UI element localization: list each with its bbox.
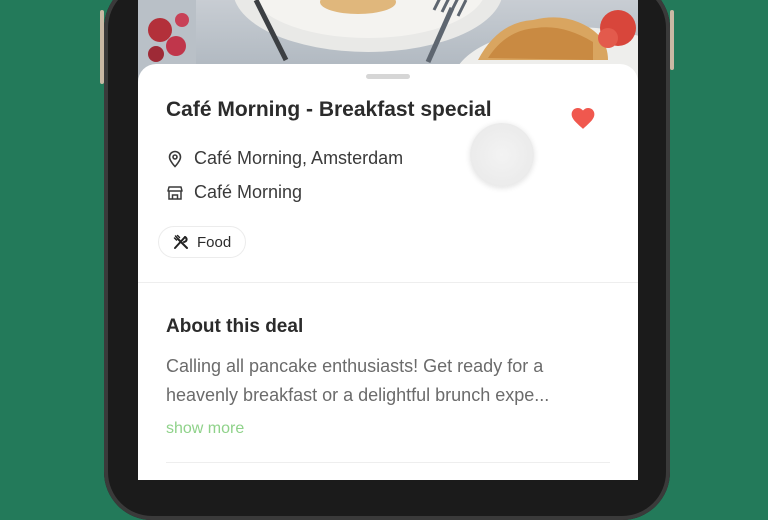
phone-side-button-right: [670, 10, 674, 70]
touch-indicator: [470, 123, 534, 187]
deal-title: Café Morning - Breakfast special: [166, 98, 492, 121]
show-more-link[interactable]: show more: [166, 420, 244, 438]
fork-knife-icon: [173, 234, 188, 249]
deal-details-sheet: Café Morning - Breakfast special Café Mo…: [138, 64, 638, 480]
category-chip-label: Food: [197, 233, 232, 251]
section-divider-bottom: [166, 462, 610, 463]
phone-screen: Café Morning - Breakfast special Café Mo…: [138, 0, 638, 480]
deal-venue-text: Café Morning: [194, 182, 303, 202]
deal-venue-row: Café Morning: [166, 182, 302, 203]
about-heading: About this deal: [166, 316, 304, 337]
about-description-line-1: Calling all pancake enthusiasts! Get rea…: [166, 356, 544, 376]
about-description: Calling all pancake enthusiasts! Get rea…: [166, 352, 616, 410]
store-icon: [167, 185, 183, 200]
map-pin-icon: [168, 150, 182, 168]
deal-location-row: Café Morning, Amsterdam: [166, 148, 403, 169]
heart-icon[interactable]: [570, 106, 596, 130]
deal-location-text: Café Morning, Amsterdam: [194, 148, 404, 168]
about-description-line-2: heavenly breakfast or a delightful brunc…: [166, 385, 550, 405]
category-chip[interactable]: Food: [158, 226, 247, 258]
sheet-grabber-handle[interactable]: [366, 74, 410, 79]
section-divider: [138, 282, 638, 283]
